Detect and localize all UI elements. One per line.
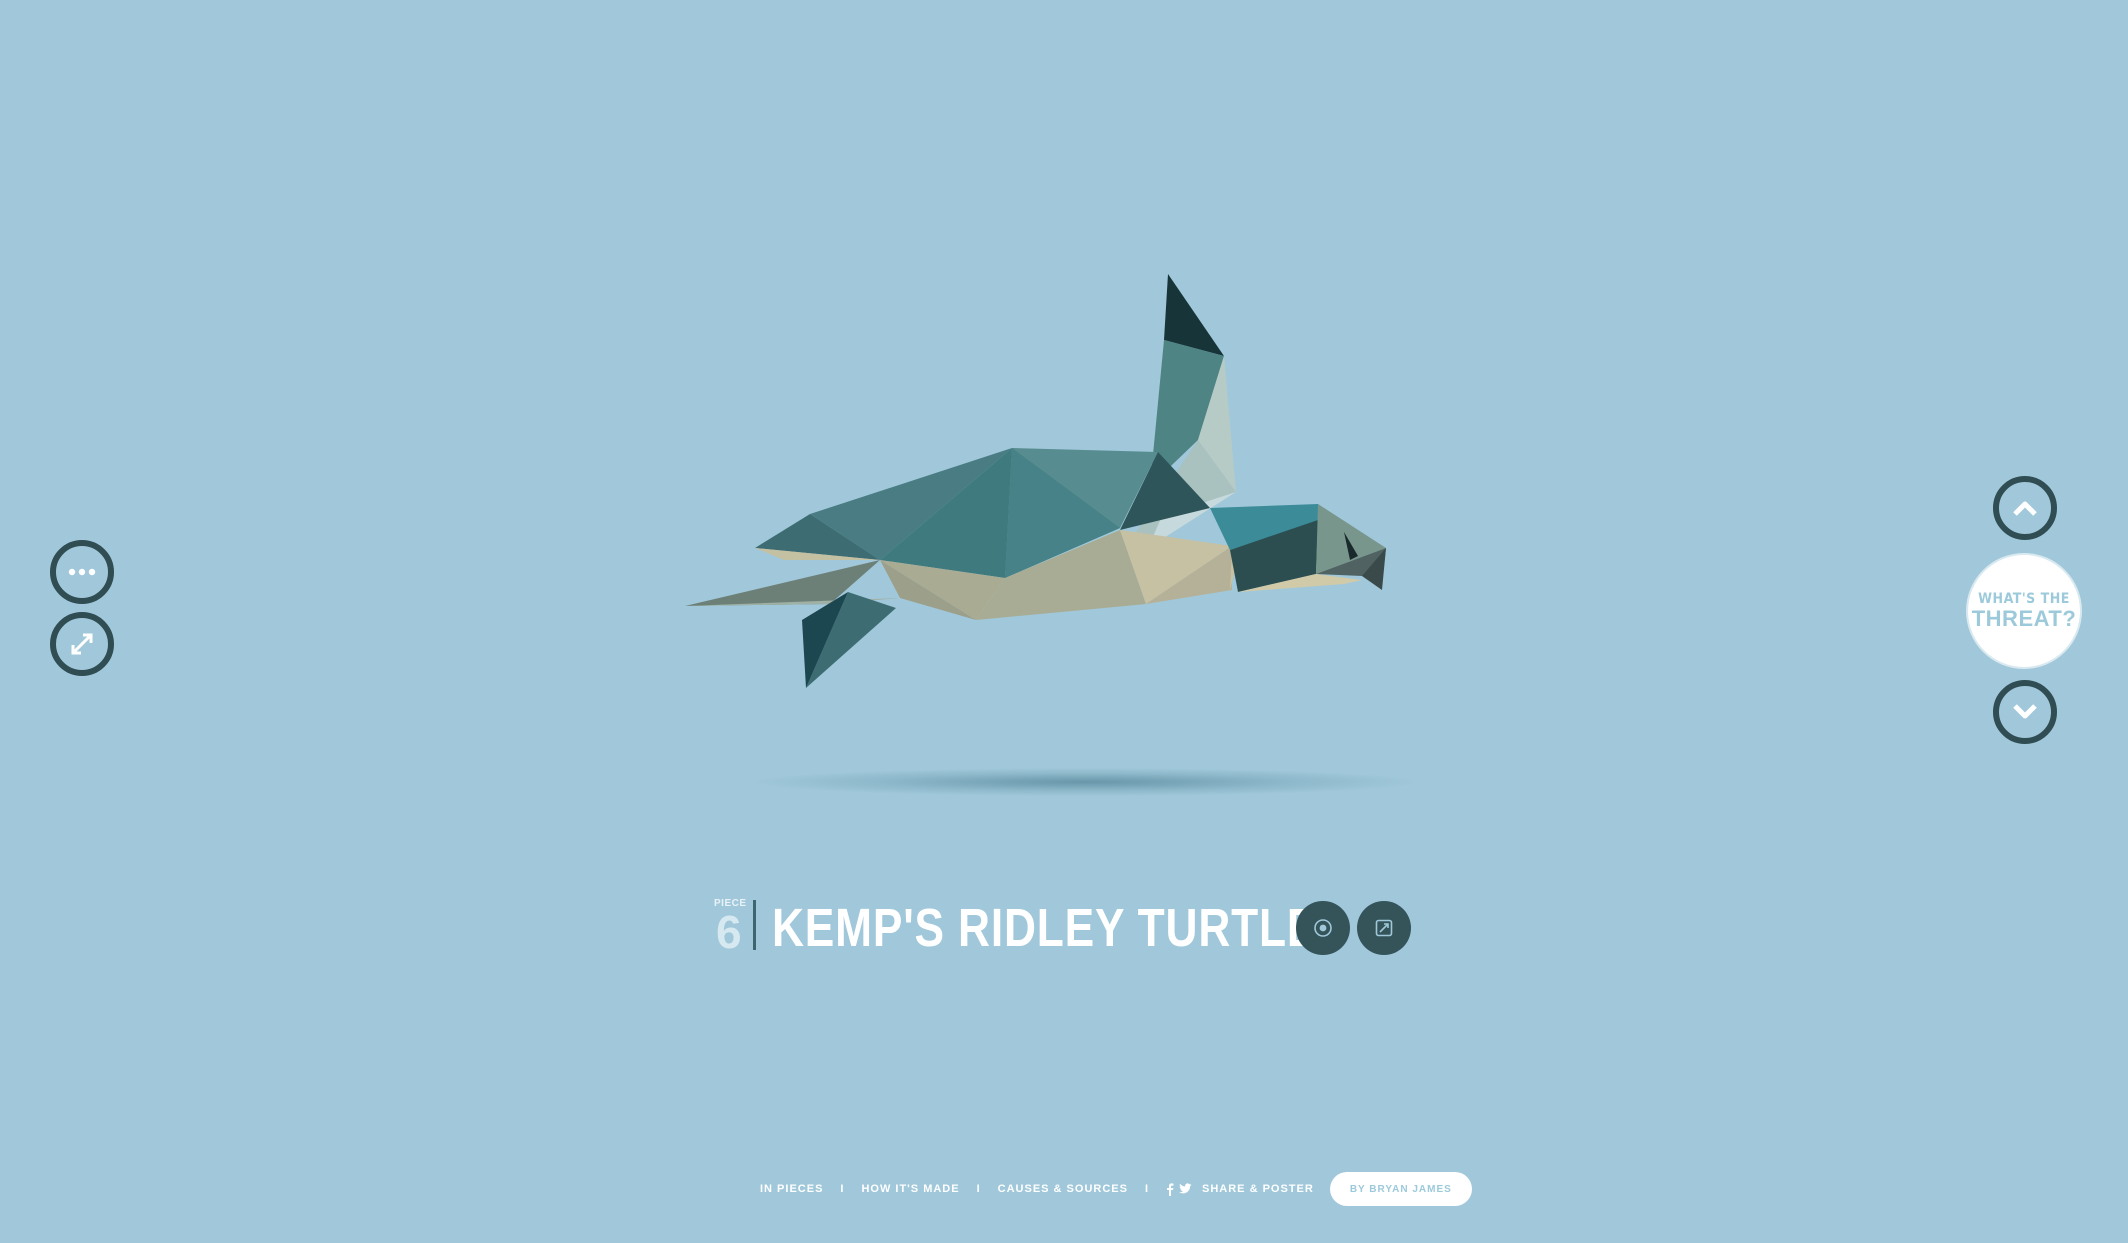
chevron-down-icon — [2013, 704, 2037, 719]
next-piece-button[interactable] — [1993, 680, 2057, 744]
footer-link-share-poster[interactable]: SHARE & POSTER — [1202, 1183, 1314, 1195]
shuffle-button[interactable] — [50, 612, 114, 676]
menu-button[interactable] — [50, 540, 114, 604]
piece-title: KEMP'S RIDLEY TURTLE — [772, 898, 1318, 958]
footer-separator: I — [1144, 1183, 1150, 1195]
previous-piece-button[interactable] — [1993, 476, 2057, 540]
kemps-ridley-turtle-illustration — [685, 274, 1386, 688]
author-credit-button[interactable]: BY BRYAN JAMES — [1329, 1172, 1472, 1206]
threat-button-line1: WHAT'S THE — [1978, 591, 2070, 607]
page-stage: WHAT'S THE THREAT? PIECE 6 KEMP'S RIDLEY… — [0, 0, 2128, 1243]
shuffle-icon — [71, 633, 93, 655]
twitter-icon[interactable] — [1178, 1183, 1192, 1195]
chevron-up-icon — [2013, 501, 2037, 516]
title-divider — [753, 900, 756, 950]
open-piece-button[interactable] — [1357, 901, 1411, 955]
piece-number: 6 — [716, 906, 742, 958]
footer-nav: IN PIECES I HOW IT'S MADE I CAUSES & SOU… — [760, 1172, 1472, 1206]
whats-the-threat-button[interactable]: WHAT'S THE THREAT? — [1968, 555, 2080, 667]
footer-separator: I — [840, 1183, 845, 1195]
footer-link-in-pieces[interactable]: IN PIECES — [760, 1183, 823, 1195]
sound-button[interactable] — [1296, 901, 1350, 955]
footer-separator: I — [976, 1183, 981, 1195]
social-icons — [1166, 1182, 1192, 1196]
turtle-shadow — [755, 768, 1415, 796]
threat-button-line2: THREAT? — [1971, 606, 2077, 631]
footer-link-how-its-made[interactable]: HOW IT'S MADE — [861, 1183, 959, 1195]
sound-icon — [1314, 919, 1332, 937]
footer-link-causes-sources[interactable]: CAUSES & SOURCES — [998, 1183, 1128, 1195]
external-link-icon — [1375, 919, 1393, 937]
facebook-icon[interactable] — [1166, 1182, 1174, 1196]
ellipsis-icon — [68, 568, 96, 576]
